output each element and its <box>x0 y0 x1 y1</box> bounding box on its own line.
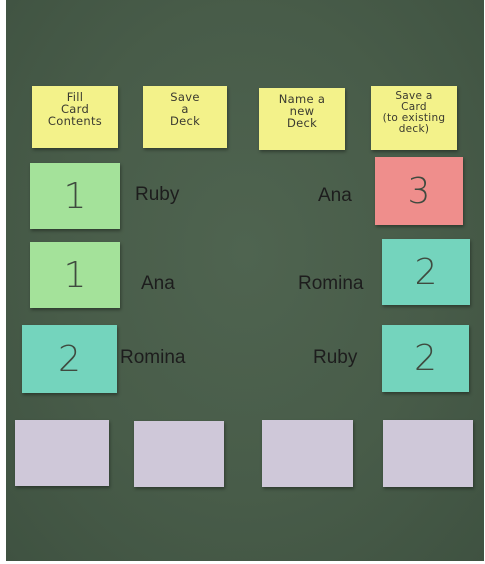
green-board: Fill Card Contents Save a Deck Name a ne… <box>6 0 484 561</box>
right-number-note: 3 <box>375 157 463 225</box>
header-note-save-a-deck: Save a Deck <box>143 86 227 148</box>
blank-note <box>262 420 353 487</box>
left-name-label: Romina <box>120 347 186 368</box>
right-name-label: Ana <box>318 185 352 206</box>
left-number-note: 2 <box>22 325 117 393</box>
right-name-label: Ruby <box>313 347 358 368</box>
header-note-name-a-new-deck: Name a new Deck <box>259 88 345 150</box>
right-number-note: 2 <box>382 325 469 392</box>
blank-note <box>134 421 224 487</box>
left-number-note: 1 <box>30 242 120 308</box>
blank-note <box>383 420 473 487</box>
header-note-save-a-card: Save a Card (to existing deck) <box>371 86 457 150</box>
left-name-label: Ana <box>141 273 175 294</box>
header-note-fill-card-contents: Fill Card Contents <box>32 86 118 148</box>
blank-note <box>15 420 109 486</box>
left-name-label: Ruby <box>135 184 180 205</box>
left-number-note: 1 <box>30 163 120 229</box>
right-name-label: Romina <box>298 273 364 294</box>
right-number-note: 2 <box>382 239 470 305</box>
